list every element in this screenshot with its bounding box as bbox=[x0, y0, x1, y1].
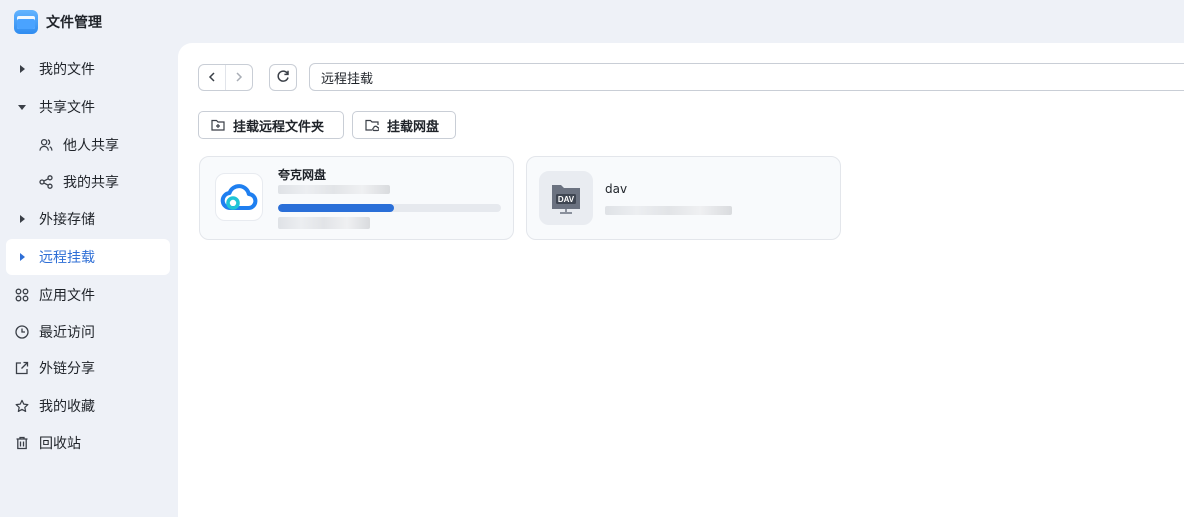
dav-server-icon: DAV bbox=[539, 171, 593, 225]
mount-name: dav bbox=[605, 182, 628, 196]
title-bar: 文件管理 bbox=[0, 0, 1184, 43]
quark-cloud-icon bbox=[215, 173, 263, 221]
path-input[interactable]: 远程挂载 bbox=[309, 63, 1184, 91]
button-label: 挂载网盘 bbox=[387, 119, 440, 135]
sidebar-item-my-files[interactable]: 我的文件 bbox=[6, 51, 170, 87]
sidebar-item-label: 共享文件 bbox=[39, 100, 95, 116]
mount-cloud-drive-button[interactable]: 挂载网盘 bbox=[352, 111, 456, 139]
caret-down-icon bbox=[15, 100, 29, 114]
path-text: 远程挂载 bbox=[321, 71, 374, 87]
sidebar-item-external-links[interactable]: 外链分享 bbox=[6, 350, 170, 386]
redacted-text bbox=[278, 185, 390, 194]
star-icon bbox=[15, 399, 29, 413]
caret-right-icon bbox=[15, 62, 29, 76]
history-nav bbox=[198, 64, 253, 91]
back-button[interactable] bbox=[199, 65, 225, 90]
chevron-left-icon bbox=[208, 70, 216, 86]
sidebar-item-label: 远程挂载 bbox=[39, 250, 95, 266]
mount-card-dav[interactable]: DAV dav bbox=[526, 156, 841, 240]
cloud-folder-icon bbox=[365, 118, 379, 132]
redacted-text bbox=[278, 217, 370, 229]
users-icon bbox=[39, 138, 53, 152]
sidebar-item-app-files[interactable]: 应用文件 bbox=[6, 277, 170, 313]
svg-text:DAV: DAV bbox=[558, 195, 575, 204]
mount-card-quark[interactable]: 夸克网盘 bbox=[199, 156, 514, 240]
sidebar-item-label: 我的共享 bbox=[63, 175, 119, 191]
forward-button[interactable] bbox=[225, 65, 252, 90]
storage-progress-bar bbox=[278, 204, 501, 212]
app-title: 文件管理 bbox=[46, 14, 102, 31]
sidebar-item-remote-mount[interactable]: 远程挂载 bbox=[6, 239, 170, 275]
sidebar-item-recycle-bin[interactable]: 回收站 bbox=[6, 425, 170, 461]
main-panel: 远程挂载 挂载远程文件夹 挂载网盘 夸克网盘 DAV dav bbox=[178, 43, 1184, 517]
redacted-text bbox=[605, 206, 732, 215]
sidebar-item-label: 我的文件 bbox=[39, 62, 95, 78]
refresh-icon bbox=[276, 69, 290, 87]
storage-progress-fill bbox=[278, 204, 394, 212]
sidebar-item-label: 我的收藏 bbox=[39, 399, 95, 415]
sidebar-item-shared-files[interactable]: 共享文件 bbox=[6, 89, 170, 125]
sidebar-item-recent[interactable]: 最近访问 bbox=[6, 314, 170, 350]
apps-icon bbox=[15, 288, 29, 302]
sidebar-item-label: 回收站 bbox=[39, 436, 81, 452]
sidebar-item-label: 最近访问 bbox=[39, 325, 95, 341]
clock-icon bbox=[15, 325, 29, 339]
button-label: 挂载远程文件夹 bbox=[233, 119, 325, 135]
chevron-right-icon bbox=[235, 70, 243, 86]
caret-right-icon bbox=[15, 212, 29, 226]
sidebar-item-label: 他人共享 bbox=[63, 138, 119, 154]
external-share-icon bbox=[15, 361, 29, 375]
mount-remote-folder-button[interactable]: 挂载远程文件夹 bbox=[198, 111, 344, 139]
sidebar-item-my-shares[interactable]: 我的共享 bbox=[6, 164, 170, 200]
sidebar-item-label: 应用文件 bbox=[39, 288, 95, 304]
sidebar: 我的文件 共享文件 他人共享 我的共享 外接存储 远程挂载 应用文件 最近访问 … bbox=[0, 43, 178, 517]
file-manager-app-icon bbox=[14, 9, 38, 34]
mount-name: 夸克网盘 bbox=[278, 168, 327, 182]
trash-icon bbox=[15, 436, 29, 450]
sidebar-item-shared-with-me[interactable]: 他人共享 bbox=[6, 127, 170, 163]
sidebar-item-external-storage[interactable]: 外接存储 bbox=[6, 201, 170, 237]
refresh-button[interactable] bbox=[269, 64, 297, 91]
share-icon bbox=[39, 175, 53, 189]
folder-add-icon bbox=[211, 118, 225, 132]
sidebar-item-label: 外接存储 bbox=[39, 212, 95, 228]
sidebar-item-label: 外链分享 bbox=[39, 361, 95, 377]
sidebar-item-favorites[interactable]: 我的收藏 bbox=[6, 388, 170, 424]
caret-right-icon bbox=[15, 250, 29, 264]
